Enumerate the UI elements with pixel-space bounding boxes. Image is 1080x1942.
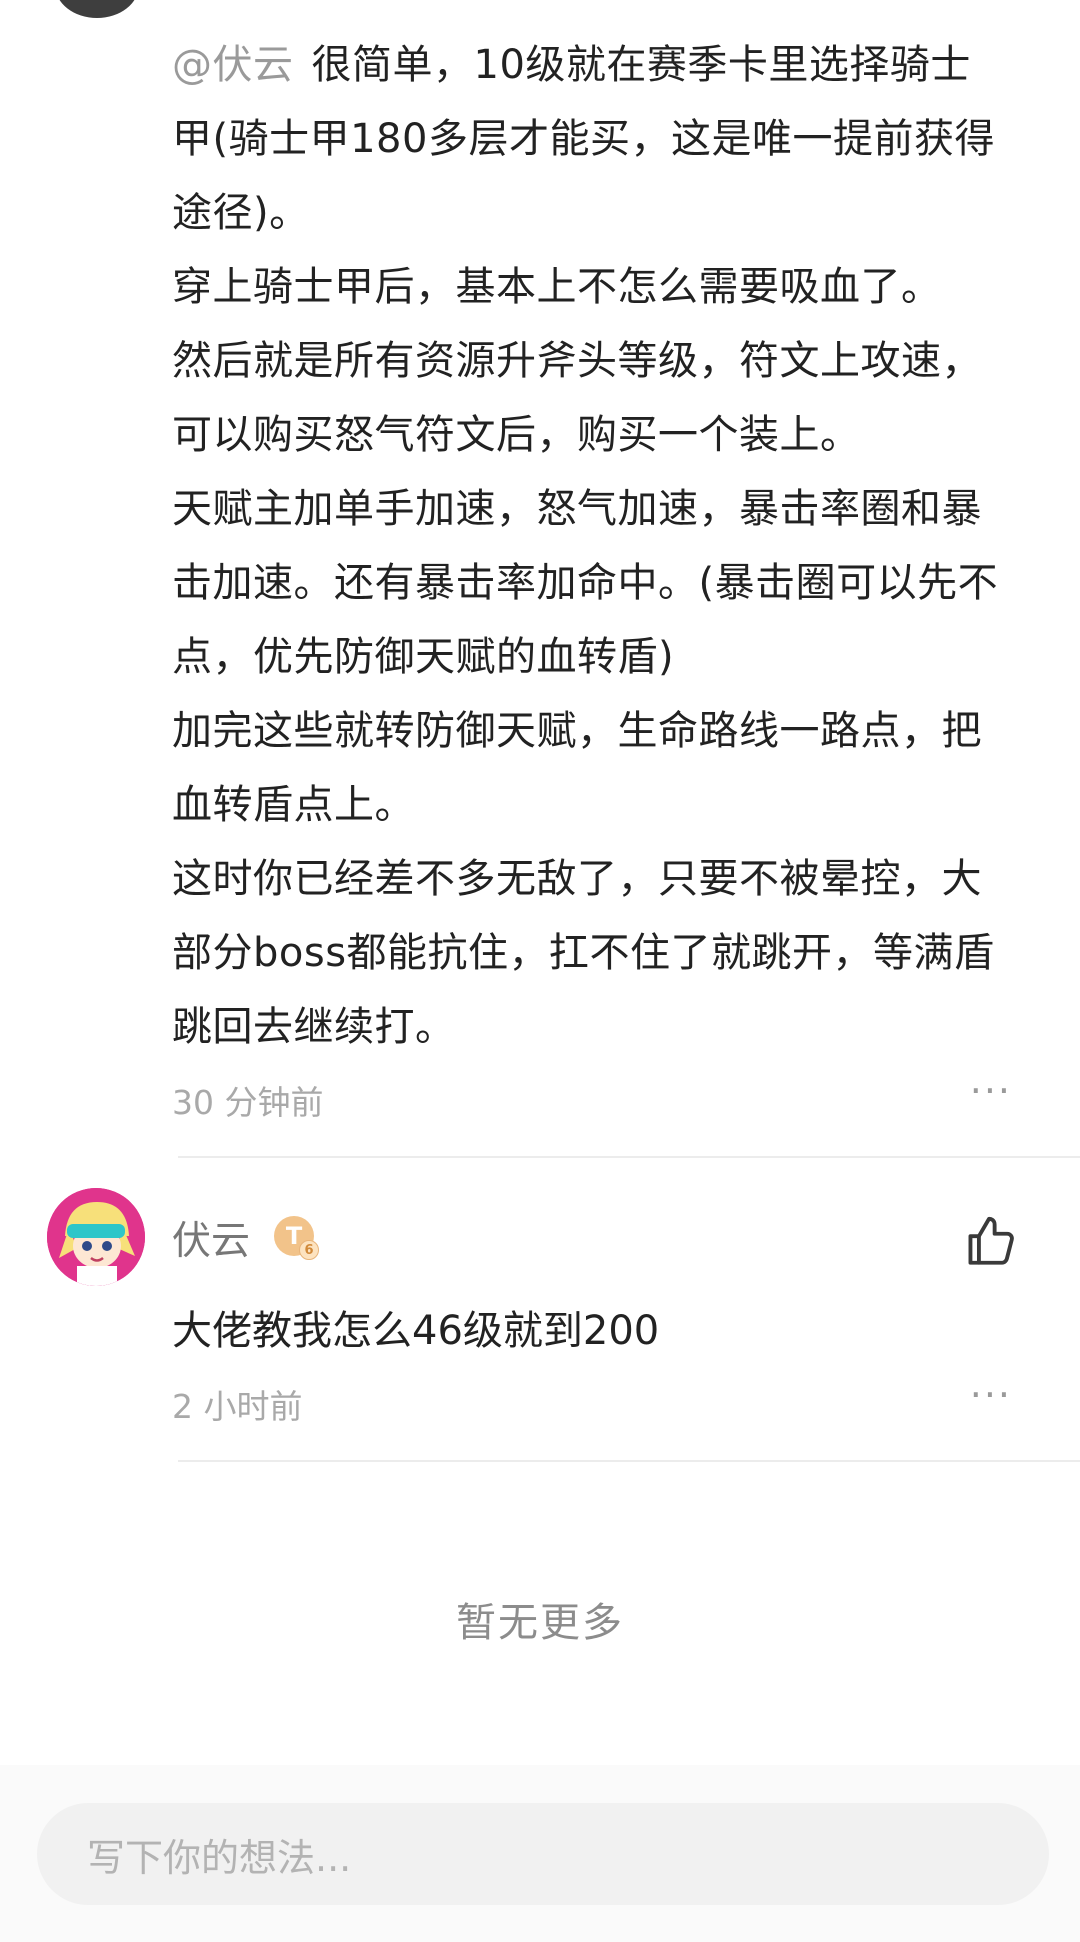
reply-line: @伏云 很简单，10级就在赛季卡里选择骑士	[172, 28, 1032, 102]
reply-line-text: 很简单，10级就在赛季卡里选择骑士	[311, 42, 971, 88]
reply-line: 可以购买怒气符文后，购买一个装上。	[172, 412, 861, 458]
previous-user-avatar[interactable]	[55, 0, 139, 18]
comment-text: 大佬教我怎么46级就到200	[172, 1308, 660, 1354]
comment-timestamp: 2 小时前	[172, 1387, 303, 1426]
reply-line: 穿上骑士甲后，基本上不怎么需要吸血了。	[172, 264, 942, 310]
divider	[178, 1156, 1080, 1158]
reply-line: 点，优先防御天赋的血转盾)	[172, 634, 675, 680]
username[interactable]: 伏云	[172, 1210, 250, 1266]
divider	[178, 1460, 1080, 1462]
mention-link[interactable]: @伏云	[172, 42, 294, 88]
reply-body: @伏云 很简单，10级就在赛季卡里选择骑士 甲(骑士甲180多层才能买，这是唯一提…	[172, 28, 1032, 1064]
reply-timestamp: 30 分钟前	[172, 1083, 324, 1122]
reply-line: 途径)。	[172, 190, 310, 236]
no-more-label: 暂无更多	[456, 1600, 624, 1646]
reply-line: 跳回去继续打。	[172, 1004, 456, 1050]
reply-line: 这时你已经差不多无敌了，只要不被晕控，大	[172, 856, 982, 902]
level-number: 6	[299, 1240, 319, 1260]
avatar-illustration	[47, 1188, 145, 1286]
reply-line: 部分boss都能抗住，扛不住了就跳开，等满盾	[172, 930, 995, 976]
like-icon[interactable]	[962, 1212, 1020, 1270]
reply-line: 天赋主加单手加速，怒气加速，暴击率圈和暴	[172, 486, 982, 532]
reply-line: 然后就是所有资源升斧头等级，符文上攻速，	[172, 338, 982, 384]
comment-more-options-icon[interactable]: ···	[970, 1376, 1012, 1414]
reply-line: 击加速。还有暴击率加命中。(暴击圈可以先不	[172, 560, 999, 606]
reply-more-options-icon[interactable]: ···	[970, 1072, 1012, 1110]
user-avatar[interactable]	[47, 1188, 145, 1286]
reply-line: 甲(骑士甲180多层才能买，这是唯一提前获得	[172, 116, 995, 162]
reply-line: 加完这些就转防御天赋，生命路线一路点，把	[172, 708, 982, 754]
comment-input[interactable]: 写下你的想法...	[37, 1803, 1049, 1905]
reply-line: 血转盾点上。	[172, 782, 415, 828]
